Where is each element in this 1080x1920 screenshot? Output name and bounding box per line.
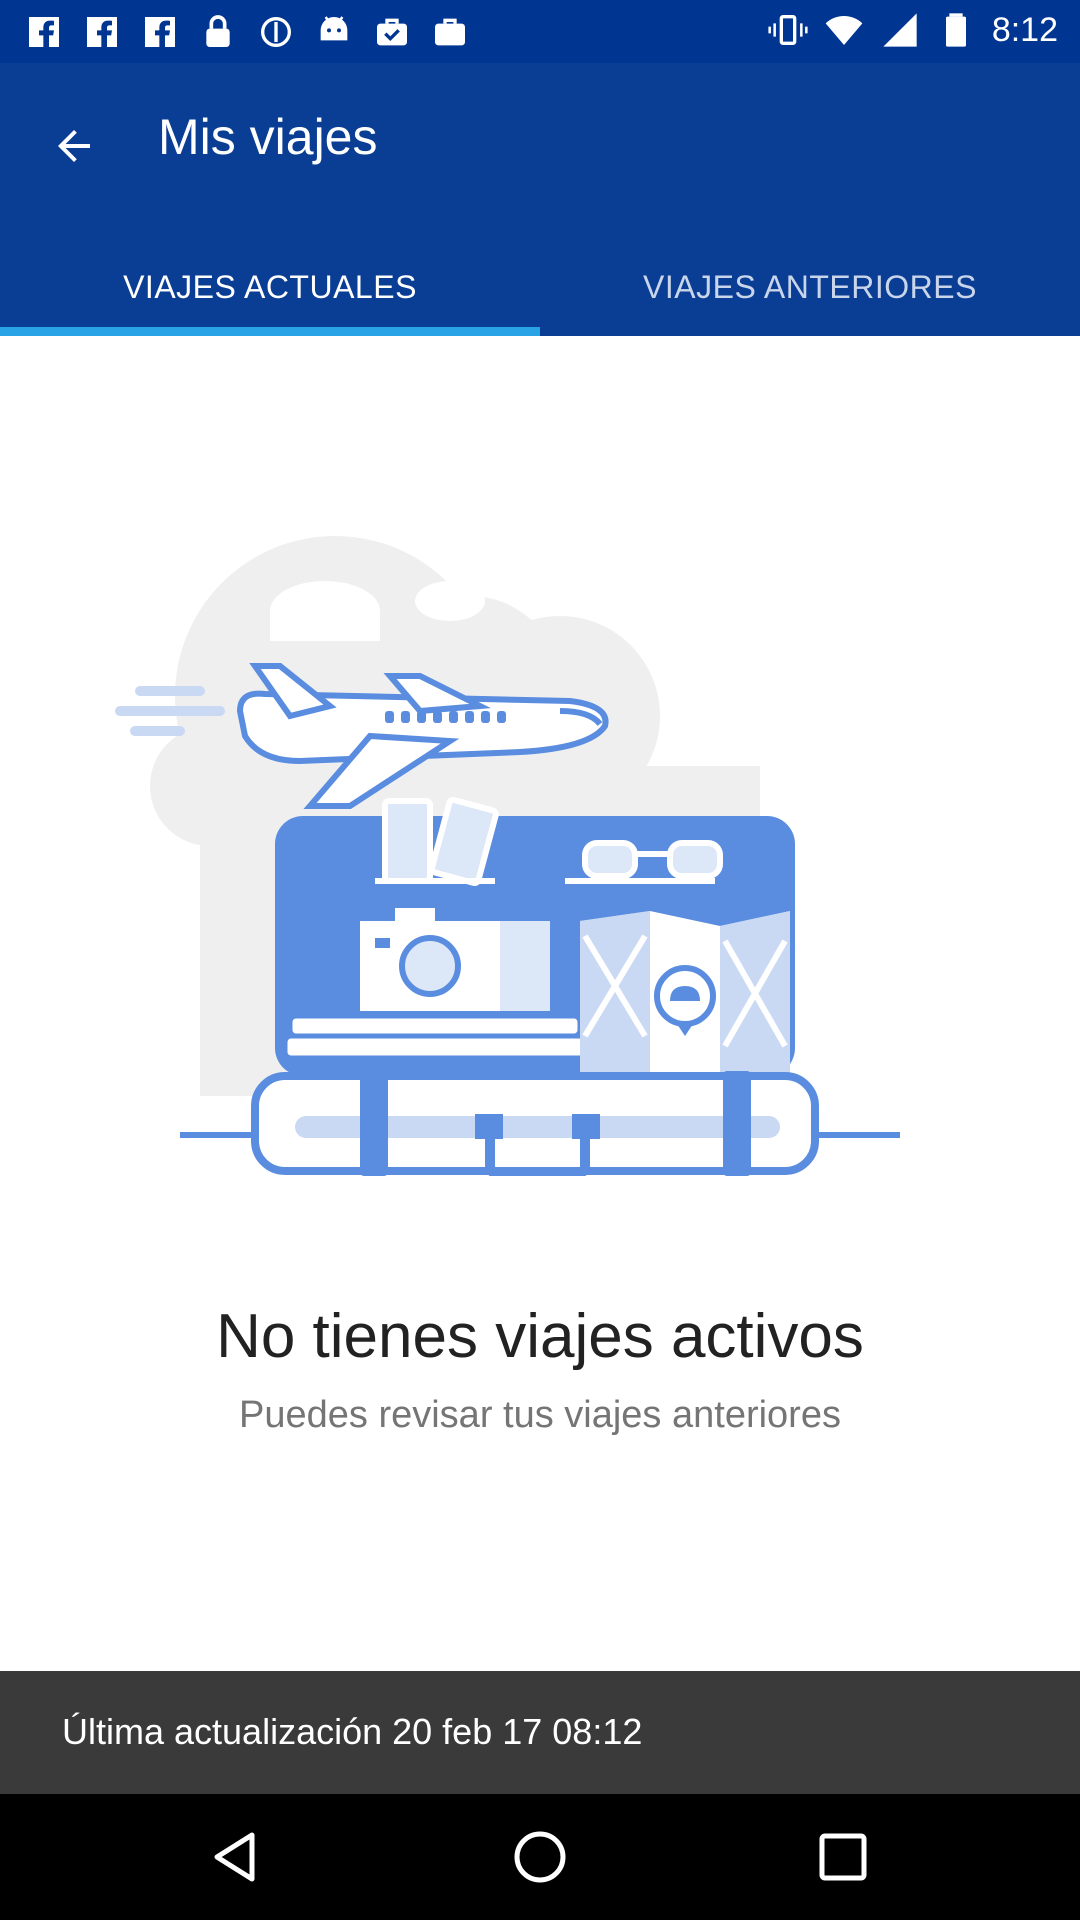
facebook-icon — [87, 17, 117, 47]
last-update-bar: Última actualización 20 feb 17 08:12 — [0, 1671, 1080, 1794]
status-bar: 8:12 — [0, 0, 1080, 63]
empty-state-title: No tienes viajes activos — [216, 1302, 864, 1371]
back-triangle-icon[interactable] — [207, 1827, 267, 1887]
facebook-icon — [145, 17, 175, 47]
last-update-text: Última actualización 20 feb 17 08:12 — [62, 1711, 643, 1752]
page-title: Mis viajes — [158, 109, 378, 165]
system-status: 8:12 — [768, 10, 1058, 50]
briefcase-check-icon — [377, 18, 407, 46]
briefcase-icon — [435, 18, 465, 46]
tab-viajes-actuales[interactable]: VIAJES ACTUALES — [0, 269, 540, 336]
notification-icons — [24, 12, 470, 52]
android-icon — [320, 16, 348, 41]
recents-square-icon[interactable] — [813, 1827, 873, 1887]
clock: 8:12 — [991, 10, 1058, 49]
arrow-back-icon — [58, 130, 90, 162]
tab-label: VIAJES ANTERIORES — [643, 269, 977, 305]
facebook-icon — [29, 17, 59, 47]
home-circle-icon[interactable] — [510, 1827, 570, 1887]
battery-icon — [945, 13, 966, 47]
settings-icon — [261, 17, 291, 47]
content-area: No tienes viajes activos Puedes revisar … — [0, 336, 1080, 1671]
app-bar: Mis viajes VIAJES ACTUALES VIAJES ANTERI… — [0, 63, 1080, 336]
signal-icon — [883, 13, 917, 47]
tab-indicator — [0, 327, 540, 336]
tab-label: VIAJES ACTUALES — [123, 269, 417, 305]
empty-state-subtitle: Puedes revisar tus viajes anteriores — [239, 1394, 841, 1436]
lock-icon — [206, 15, 230, 47]
travel-suitcase-airplane-illustration — [115, 536, 900, 1176]
system-nav-bar — [0, 1794, 1080, 1920]
tab-bar: VIAJES ACTUALES VIAJES ANTERIORES — [0, 269, 1080, 336]
vibrate-icon — [768, 15, 808, 45]
wifi-icon — [825, 16, 863, 45]
back-button[interactable] — [38, 110, 110, 182]
tab-viajes-anteriores[interactable]: VIAJES ANTERIORES — [540, 269, 1080, 336]
